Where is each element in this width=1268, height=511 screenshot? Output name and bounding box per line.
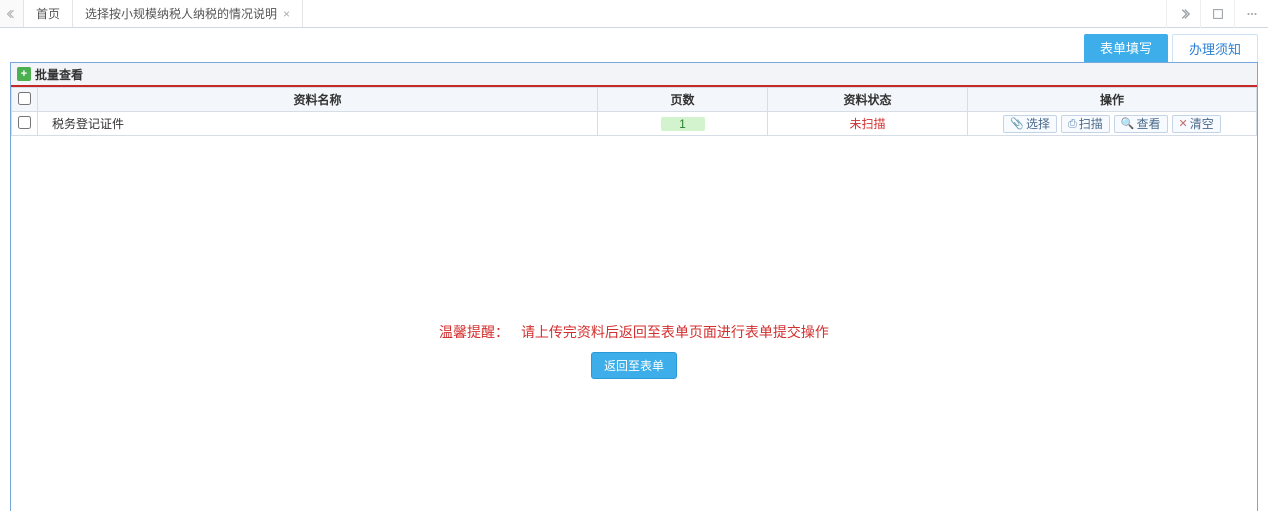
panel-header: + 批量查看 <box>11 63 1257 87</box>
panel-lower-space <box>11 391 1257 511</box>
clear-button[interactable]: ✕ 清空 <box>1172 115 1221 133</box>
return-btn-label: 返回至表单 <box>604 359 664 373</box>
batch-view-icon: + <box>17 67 31 81</box>
clear-button-label: 清空 <box>1190 116 1214 132</box>
clear-icon: ✕ <box>1179 116 1188 132</box>
action-tab-form-fill-label: 表单填写 <box>1100 41 1152 56</box>
select-button[interactable]: 📎 选择 <box>1003 115 1057 133</box>
table-row: 税务登记证件 1 未扫描 📎 选择 <box>12 112 1257 136</box>
select-all-checkbox[interactable] <box>18 92 31 105</box>
header-name: 资料名称 <box>38 88 598 112</box>
reminder-text: 请上传完资料后返回至表单页面进行表单提交操作 <box>521 324 829 340</box>
row-status: 未扫描 <box>849 117 885 131</box>
scan-button-label: 扫描 <box>1079 116 1103 132</box>
select-button-label: 选择 <box>1026 116 1050 132</box>
reminder-line: 温馨提醒： 请上传完资料后返回至表单页面进行表单提交操作 <box>11 322 1257 342</box>
action-tab-notice[interactable]: 办理须知 <box>1172 34 1258 62</box>
tab-home-label: 首页 <box>36 5 60 22</box>
row-ops-cell: 📎 选择 ⎙ 扫描 🔍 查看 <box>968 112 1257 136</box>
header-ops: 操作 <box>968 88 1257 112</box>
tabstrip-prev-button[interactable] <box>0 0 24 27</box>
table-empty-space <box>11 136 1257 308</box>
view-icon: 🔍 <box>1121 116 1135 132</box>
return-to-form-button[interactable]: 返回至表单 <box>591 352 677 379</box>
tab-detail[interactable]: 选择按小规模纳税人纳税的情况说明 × <box>73 0 303 27</box>
action-tab-row: 表单填写 办理须知 <box>0 28 1268 62</box>
header-checkbox-cell <box>12 88 38 112</box>
action-tab-notice-label: 办理须知 <box>1189 42 1241 57</box>
row-pages-badge: 1 <box>661 117 705 131</box>
materials-panel: + 批量查看 资料名称 页数 资料状态 操作 <box>10 62 1258 511</box>
row-checkbox-cell <box>12 112 38 136</box>
table-header-row: 资料名称 页数 资料状态 操作 <box>12 88 1257 112</box>
row-checkbox[interactable] <box>18 116 31 129</box>
paperclip-icon: 📎 <box>1010 116 1024 132</box>
reminder-block: 温馨提醒： 请上传完资料后返回至表单页面进行表单提交操作 返回至表单 <box>11 308 1257 391</box>
panel-title: 批量查看 <box>35 66 83 83</box>
row-status-cell: 未扫描 <box>768 112 968 136</box>
tab-detail-label: 选择按小规模纳税人纳税的情况说明 <box>85 5 277 22</box>
scan-button[interactable]: ⎙ 扫描 <box>1061 115 1110 133</box>
more-menu-button[interactable] <box>1234 0 1268 28</box>
view-button-label: 查看 <box>1137 116 1161 132</box>
header-status: 资料状态 <box>768 88 968 112</box>
scan-icon: ⎙ <box>1068 116 1077 132</box>
tabstrip-next-button[interactable] <box>1166 0 1200 28</box>
row-name: 税务登记证件 <box>38 112 598 136</box>
window-maximize-button[interactable] <box>1200 0 1234 28</box>
action-tab-form-fill[interactable]: 表单填写 <box>1084 34 1168 62</box>
row-pages-cell: 1 <box>598 112 768 136</box>
close-icon[interactable]: × <box>283 7 290 21</box>
materials-table: 资料名称 页数 资料状态 操作 税务登记证件 1 未扫描 <box>11 87 1257 136</box>
header-pages: 页数 <box>598 88 768 112</box>
reminder-label: 温馨提醒： <box>439 324 509 340</box>
tab-home[interactable]: 首页 <box>24 0 73 27</box>
top-tab-bar: 首页 选择按小规模纳税人纳税的情况说明 × <box>0 0 1268 28</box>
view-button[interactable]: 🔍 查看 <box>1114 115 1168 133</box>
